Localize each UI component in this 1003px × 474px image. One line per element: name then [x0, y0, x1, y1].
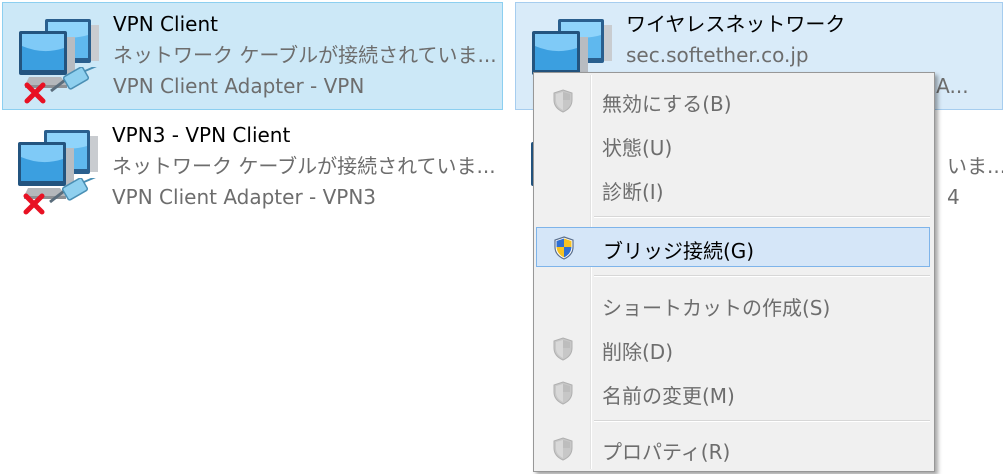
- menu-separator: [594, 275, 930, 277]
- shield-icon: [552, 337, 574, 361]
- menu-item-label: 名前の変更(M): [602, 384, 735, 408]
- network-adapter-icon: [11, 11, 107, 101]
- connection-device: VPN Client Adapter - VPN: [113, 74, 365, 98]
- disconnected-x-icon: [22, 192, 46, 216]
- connection-name: ワイヤレスネットワーク: [626, 12, 846, 36]
- menu-separator: [594, 420, 930, 422]
- shield-icon: [552, 437, 574, 461]
- connection-device: VPN Client Adapter - VPN3: [112, 185, 377, 209]
- menu-item-bridge-connections[interactable]: ブリッジ接続(G): [536, 227, 930, 267]
- connection-status: ネットワーク ケーブルが接続されていま...: [113, 43, 497, 67]
- network-cable-icon: [49, 67, 101, 95]
- menu-item-delete[interactable]: 削除(D): [536, 329, 930, 369]
- connection-status: sec.softether.co.jp: [626, 43, 809, 67]
- menu-item-label: 状態(U): [602, 136, 673, 160]
- network-cable-icon: [48, 178, 100, 206]
- menu-item-label: プロパティ(R): [602, 440, 731, 464]
- menu-item-status[interactable]: 状態(U): [536, 125, 930, 165]
- uac-shield-icon: [553, 236, 575, 260]
- connection-name: VPN3 - VPN Client: [112, 123, 291, 147]
- connection-name: VPN Client: [113, 12, 218, 36]
- menu-item-rename[interactable]: 名前の変更(M): [536, 373, 930, 413]
- menu-item-label: ショートカットの作成(S): [602, 296, 831, 320]
- connection-tile-vpn-client[interactable]: VPN Client ネットワーク ケーブルが接続されていま... VPN Cl…: [2, 2, 503, 110]
- connection-status: ネットワーク ケーブルが接続されていま...: [112, 154, 496, 178]
- connection-status: いま...: [947, 154, 1003, 178]
- context-menu: 無効にする(B) 状態(U) 診断(I) ブリッジ接続(G) ショートカットの作…: [533, 72, 935, 472]
- network-connections-view: VPN Client ネットワーク ケーブルが接続されていま... VPN Cl…: [0, 0, 1003, 474]
- menu-item-label: ブリッジ接続(G): [603, 239, 755, 263]
- connection-tile-vpn3[interactable]: VPN3 - VPN Client ネットワーク ケーブルが接続されていま...…: [2, 114, 503, 222]
- menu-item-disable[interactable]: 無効にする(B): [536, 81, 930, 121]
- menu-item-create-shortcut[interactable]: ショートカットの作成(S): [536, 285, 930, 325]
- shield-icon: [552, 89, 574, 113]
- menu-item-label: 診断(I): [602, 180, 664, 204]
- menu-item-properties[interactable]: プロパティ(R): [536, 429, 930, 469]
- shield-icon: [552, 381, 574, 405]
- menu-separator: [594, 216, 930, 218]
- menu-item-label: 無効にする(B): [602, 92, 732, 116]
- menu-item-diagnose[interactable]: 診断(I): [536, 169, 930, 209]
- disconnected-x-icon: [23, 81, 47, 105]
- menu-item-label: 削除(D): [602, 340, 674, 364]
- connection-device: 4: [947, 185, 960, 209]
- network-adapter-icon: [10, 122, 106, 212]
